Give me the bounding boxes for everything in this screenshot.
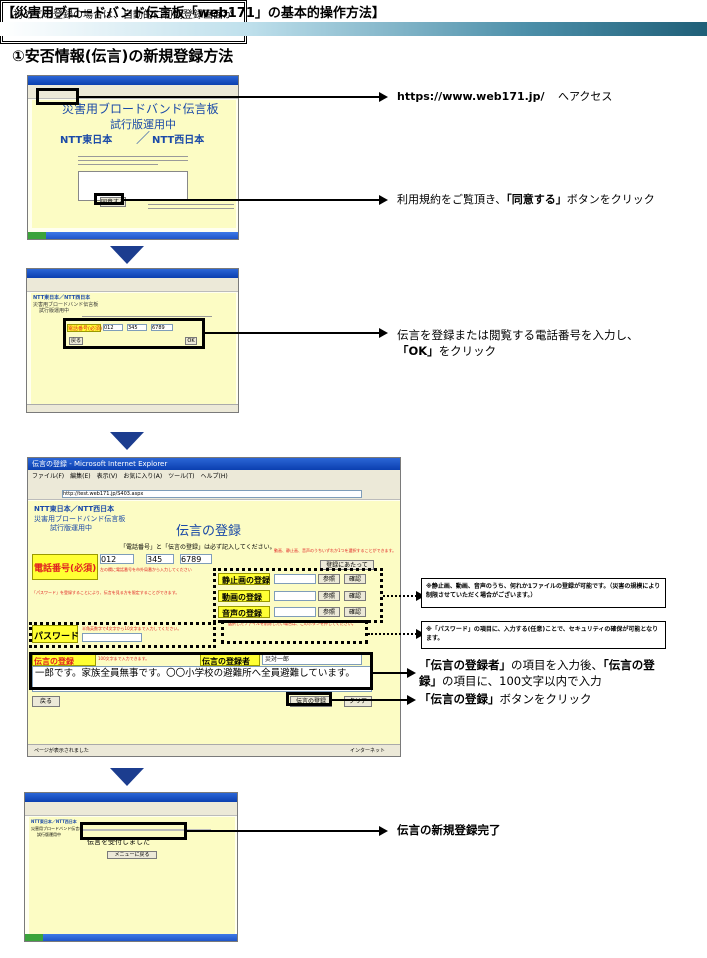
step3-note-message: 「伝言の登録者」の項目を入力後、「伝言の登 録」の項目に、100文字以内で入力 bbox=[419, 657, 655, 689]
down-arrow-1 bbox=[110, 246, 144, 264]
step3-note-button-post: ボタンをクリック bbox=[499, 692, 592, 706]
step1-logo-west: NTT西日本 bbox=[152, 135, 205, 146]
step4-titlebar bbox=[25, 793, 237, 802]
step1-agree-highlight bbox=[94, 193, 124, 205]
down-arrow-2 bbox=[110, 432, 144, 450]
step4-received-highlight bbox=[80, 822, 187, 840]
step1-note-url-suffix: へアクセス bbox=[557, 90, 613, 103]
step1-text-line bbox=[78, 156, 188, 157]
step2-heading2: 試行版運用中 bbox=[39, 308, 70, 314]
step3-phone-label: 電話番号(必須) bbox=[34, 564, 97, 574]
step4-menu-button[interactable]: メニューに戻る bbox=[107, 851, 157, 859]
step3-phone-note: 左の欄に電話番号を市外局番から入力してください bbox=[100, 567, 192, 572]
step2-note-line1: 伝言を登録または閲覧する電話番号を入力し、 bbox=[397, 328, 639, 342]
step4-toolbar bbox=[25, 802, 237, 816]
step1-taskbar bbox=[28, 232, 238, 239]
step3-note-registrant-bold: 「伝言の登録者」 bbox=[419, 658, 511, 672]
step3-statusbar: ページが表示されました インターネット bbox=[28, 744, 400, 756]
step3-message-highlight bbox=[29, 652, 373, 690]
step1-url-highlight bbox=[36, 88, 79, 105]
step3-zone-text: インターネット bbox=[350, 748, 386, 754]
step3-status-text: ページが表示されました bbox=[34, 748, 89, 754]
step3-clear-button[interactable]: クリア bbox=[344, 696, 372, 707]
step2-toolbar bbox=[27, 278, 238, 292]
step3-logo: NTT東日本／NTT西日本 bbox=[34, 505, 115, 513]
step1-logo-slash: ／ bbox=[136, 131, 150, 147]
step1-text-line bbox=[148, 208, 234, 209]
step1-agree-arrow bbox=[124, 195, 388, 205]
down-arrow-3 bbox=[110, 768, 144, 786]
step2-statusbar bbox=[27, 404, 238, 412]
step1-note-agree-post: ボタンをクリック bbox=[566, 193, 655, 206]
step2-titlebar bbox=[27, 269, 238, 278]
step3-back-button[interactable]: 戻る bbox=[32, 696, 60, 707]
step2-note: 伝言を登録または閲覧する電話番号を入力し、 「OK」をクリック bbox=[397, 327, 639, 359]
step3-note-mid: の項目を入力後、 bbox=[511, 658, 603, 672]
step1-text-line bbox=[78, 164, 158, 165]
step3-note-button-bold: 「伝言の登録」 bbox=[419, 692, 500, 706]
step3-file-note-highlight bbox=[221, 620, 368, 644]
step4-sub: 試行版運用中 bbox=[37, 832, 61, 837]
web171-url: https://www.web171.jp/ bbox=[397, 90, 545, 103]
step1-note-agree-pre: 利用規約をご覧頂き、 bbox=[397, 193, 507, 206]
step1-titlebar bbox=[28, 76, 238, 85]
step1-logo-east: NTT東日本 bbox=[60, 135, 113, 146]
step1-text-line bbox=[78, 160, 188, 161]
step3-phone-field-1[interactable]: 012 bbox=[100, 554, 134, 564]
step3-register-description: 「パスワード」を登録することにより、伝言を見る方を限定することができます。 bbox=[32, 590, 180, 595]
step2-logo: NTT東日本／NTT西日本 bbox=[33, 295, 91, 301]
step4-taskbar bbox=[25, 934, 237, 941]
step1-text-line bbox=[148, 204, 234, 205]
step3-toolbar: ファイル(F) 編集(E) 表示(V) お気に入り(A) ツール(T) ヘルプ(… bbox=[28, 470, 400, 500]
step3-media-highlight bbox=[213, 568, 383, 623]
page-header-title: 【災害用ブロードバンド伝言板「web171」の基本的操作方法】 bbox=[2, 6, 385, 21]
section-title: ①安否情報(伝言)の新規登録方法 bbox=[12, 47, 234, 65]
step1-note-url: https://www.web171.jp/ へアクセス bbox=[397, 89, 612, 105]
step3-address-bar[interactable]: http://test.web171.jp/S403.aspx bbox=[62, 490, 362, 498]
step3-password-info: ※「パスワード」の項目に、入力する(任意)ことで、セキュリティの確保が可能となり… bbox=[421, 621, 666, 649]
step4-screenshot: NTT東日本／NTT西日本 災害用ブロードバンド伝言板 試行版運用中 伝言を受付… bbox=[24, 792, 238, 942]
step4-logo: NTT東日本／NTT西日本 bbox=[31, 819, 77, 824]
step3-instruction-red: 動画、静止画、音声のうちいずれか1つを選択することができます。 bbox=[274, 548, 397, 553]
step3-message-arrow bbox=[373, 668, 416, 678]
step3-phone-field-2[interactable]: 345 bbox=[146, 554, 174, 564]
step3-note-register-post: の項目に、100文字以内で入力 bbox=[442, 674, 602, 688]
step2-note-line2-post: をクリック bbox=[438, 344, 497, 358]
step3-note-button: 「伝言の登録」ボタンをクリック bbox=[419, 691, 592, 707]
step4-arrow bbox=[187, 826, 388, 836]
step3-button-arrow bbox=[332, 695, 416, 705]
step1-url-arrow bbox=[79, 92, 388, 102]
step3-note-register-bold1: 「伝言の登 bbox=[603, 658, 655, 672]
step3-password-highlight bbox=[29, 622, 216, 648]
step3-media-arrow bbox=[383, 591, 425, 601]
step1-note-agree: 利用規約をご覧頂き、「同意する」ボタンをクリック bbox=[397, 192, 655, 208]
step3-page-title: 伝言の登録 bbox=[176, 524, 242, 539]
step2-text-line bbox=[82, 316, 212, 317]
step2-arrow bbox=[205, 328, 388, 338]
step1-heading1: 災害用ブロードバンド伝言板 bbox=[62, 102, 219, 116]
step3-instruction: 「電話番号」と「伝言の登録」は必ず記入してください。 bbox=[120, 544, 276, 551]
step3-password-arrow bbox=[368, 629, 425, 639]
step3-media-note: ※静止画、動画、音声のうち、何れか1ファイルの登録が可能です。（災害の規模により… bbox=[421, 578, 666, 608]
step3-heading2: 試行版運用中 bbox=[50, 524, 92, 532]
step3-phone-field-3[interactable]: 6789 bbox=[180, 554, 212, 564]
step3-register-button-highlight bbox=[286, 692, 332, 706]
step3-note-register-bold2: 録」 bbox=[419, 674, 442, 688]
step2-form-highlight bbox=[63, 318, 205, 349]
step3-titlebar: 伝言の登録 - Microsoft Internet Explorer bbox=[28, 458, 400, 470]
step1-note-agree-bold: 「同意する」 bbox=[506, 193, 567, 206]
step2-note-ok-bold: 「OK」 bbox=[397, 344, 439, 358]
step3-menubar[interactable]: ファイル(F) 編集(E) 表示(V) お気に入り(A) ツール(T) ヘルプ(… bbox=[32, 471, 228, 480]
header-gradient-bar bbox=[0, 22, 707, 36]
step4-note: 伝言の新規登録完了 bbox=[397, 823, 501, 837]
